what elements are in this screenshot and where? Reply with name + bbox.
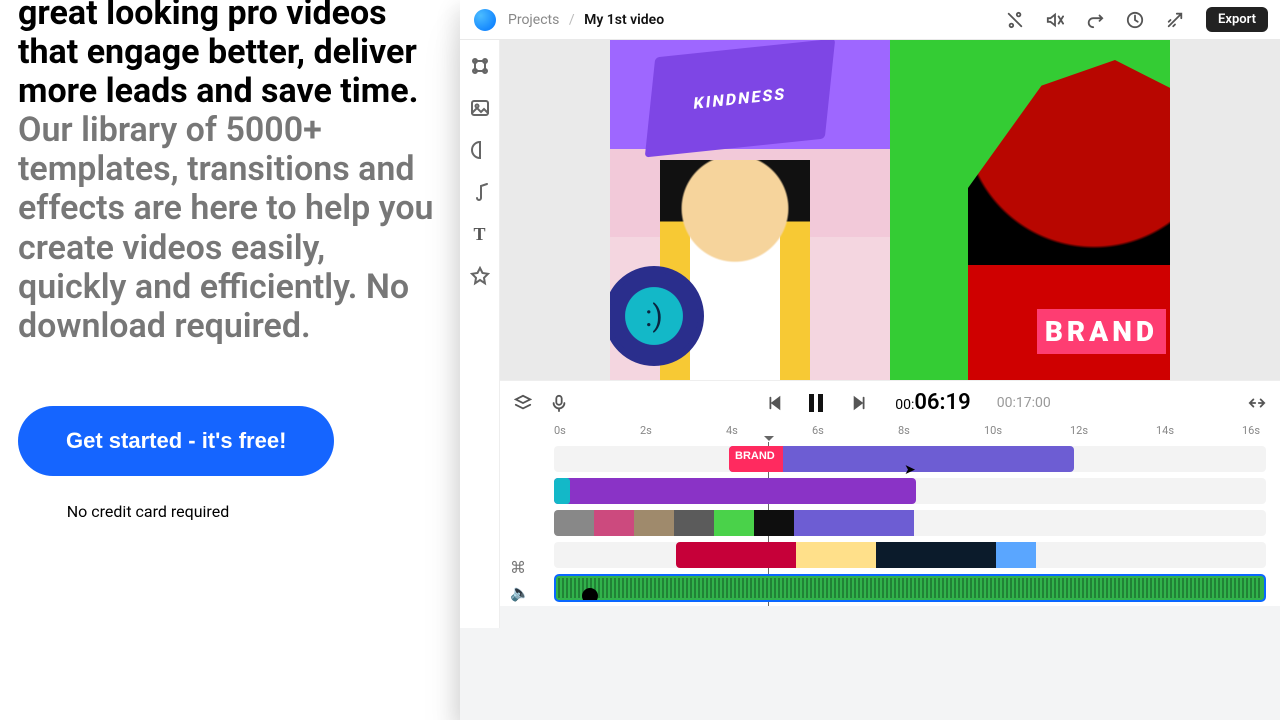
promo-headline: great looking pro videos that engage bet… xyxy=(18,0,440,346)
time-total: 00:17:00 xyxy=(997,395,1051,411)
cursor-icon: ➤ xyxy=(904,462,916,478)
export-button[interactable]: Export xyxy=(1206,7,1268,32)
breadcrumb[interactable]: Projects / My 1st video xyxy=(508,12,664,28)
redo-icon[interactable] xyxy=(1086,11,1104,29)
ruler-tick: 6s xyxy=(812,424,824,437)
topbar-tools: Export xyxy=(1006,7,1268,32)
editor-app: Projects / My 1st video Export T xyxy=(460,0,1280,720)
mic-icon[interactable] xyxy=(550,394,568,412)
volume-icon[interactable]: 🔈 xyxy=(510,583,530,602)
brand-overlay: BRAND xyxy=(1037,309,1166,354)
history-icon[interactable] xyxy=(1126,11,1144,29)
track-video-a[interactable] xyxy=(554,510,1266,536)
positive-vibes-badge xyxy=(610,266,704,366)
unlock-icon[interactable]: ⌘ xyxy=(510,558,530,577)
track-overlay-1[interactable]: BRAND ➤ xyxy=(554,446,1266,472)
color-wheel-icon[interactable] xyxy=(470,140,490,160)
track-overlay-2[interactable] xyxy=(554,478,1266,504)
waveform xyxy=(558,578,1262,598)
layers-icon[interactable] xyxy=(514,394,532,412)
video-frame: KINDNESS BRAND xyxy=(610,40,1170,380)
track-audio[interactable] xyxy=(554,574,1266,602)
magic-icon[interactable] xyxy=(1166,11,1184,29)
clip-strip-a[interactable] xyxy=(554,510,1032,536)
image-icon[interactable] xyxy=(470,98,490,118)
tool-rail: T xyxy=(460,40,500,628)
clip-strip-b[interactable] xyxy=(676,542,1076,568)
next-icon[interactable] xyxy=(851,394,869,412)
cut-icon[interactable] xyxy=(1006,11,1024,29)
fade-handle[interactable] xyxy=(582,588,598,602)
time-ruler[interactable]: 0s 2s 4s 6s 8s 10s 12s 14s 16s xyxy=(500,424,1280,442)
breadcrumb-title[interactable]: My 1st video xyxy=(584,12,664,28)
app-logo-icon[interactable] xyxy=(474,9,496,31)
timeline[interactable]: BRAND ➤ ⌘ xyxy=(500,442,1280,606)
star-icon[interactable] xyxy=(470,266,490,286)
pause-button[interactable] xyxy=(809,394,825,412)
clip-brand-overlay[interactable]: BRAND xyxy=(729,446,1074,472)
text-tool-icon[interactable]: T xyxy=(470,224,490,244)
layout-icon[interactable] xyxy=(470,56,490,76)
breadcrumb-root[interactable]: Projects xyxy=(508,12,559,28)
promo-panel: great looking pro videos that engage bet… xyxy=(0,0,460,720)
ruler-tick: 16s xyxy=(1242,424,1260,437)
clip-label: BRAND xyxy=(735,450,775,462)
breadcrumb-sep: / xyxy=(569,12,575,28)
clip-positive-overlay[interactable] xyxy=(554,478,916,504)
mute-icon[interactable] xyxy=(1046,11,1064,29)
music-icon[interactable] xyxy=(470,182,490,202)
track-video-b[interactable] xyxy=(554,542,1266,568)
ruler-tick: 2s xyxy=(640,424,652,437)
time-current: 00:06:19 xyxy=(895,390,970,415)
kindness-flag: KINDNESS xyxy=(645,40,836,157)
ruler-tick: 10s xyxy=(984,424,1002,437)
fit-icon[interactable] xyxy=(1248,394,1266,412)
no-card-note: No credit card required xyxy=(18,502,278,521)
ruler-tick: 4s xyxy=(726,424,738,437)
preview-canvas[interactable]: KINDNESS BRAND xyxy=(500,40,1280,380)
topbar: Projects / My 1st video Export xyxy=(460,0,1280,40)
ruler-tick: 8s xyxy=(898,424,910,437)
ruler-tick: 12s xyxy=(1070,424,1088,437)
ruler-tick: 14s xyxy=(1156,424,1174,437)
playbar: 00:06:19 00:17:00 xyxy=(500,380,1280,424)
ruler-tick: 0s xyxy=(554,424,566,437)
get-started-button[interactable]: Get started - it's free! xyxy=(18,406,334,476)
prev-icon[interactable] xyxy=(765,394,783,412)
track-utils: ⌘ 🔈 xyxy=(510,558,530,602)
